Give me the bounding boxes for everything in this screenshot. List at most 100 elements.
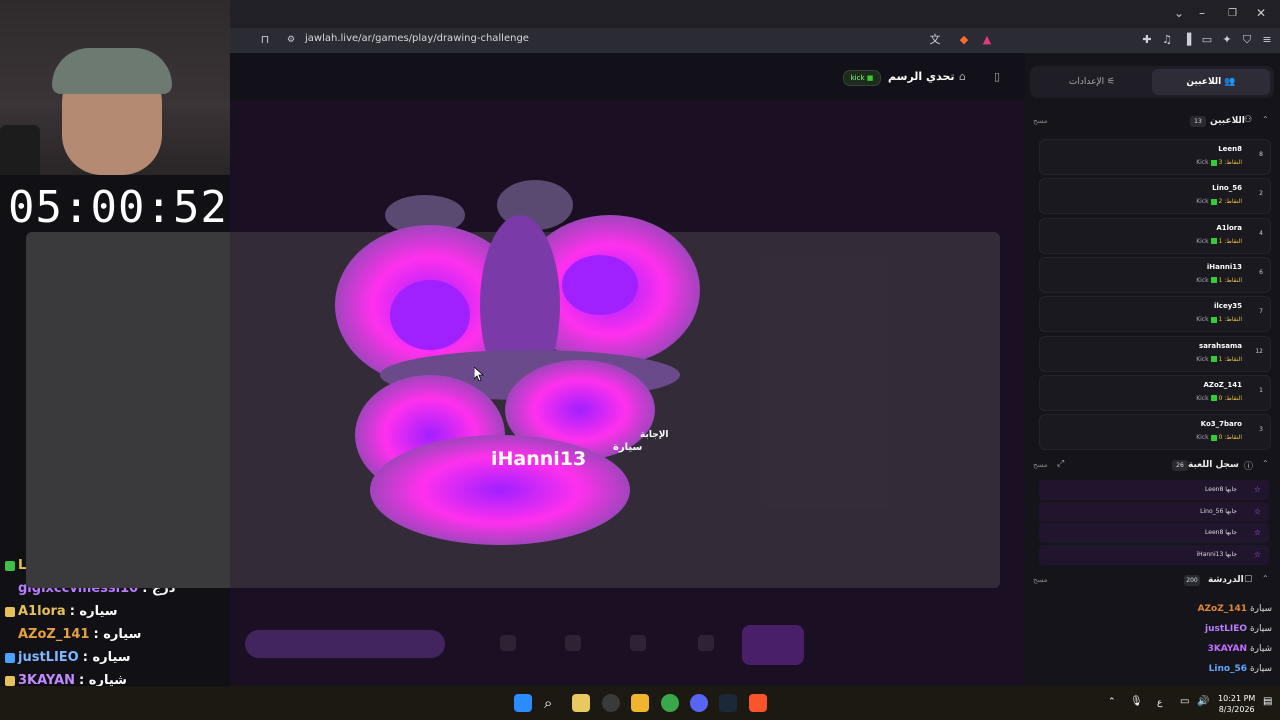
tool-button[interactable] [565,635,581,651]
brave-icon[interactable] [749,694,767,712]
maximize-icon[interactable]: ❐ [1228,8,1237,19]
language-indicator[interactable]: ع [1157,698,1162,708]
player-card[interactable]: Ko3_7baro Kick النقاط: 0 3 [1039,414,1271,451]
tool-button[interactable] [698,635,714,651]
sliders-icon: ⚟ [1107,77,1116,87]
users-icon: ⚇ [1244,115,1253,125]
kick-label: Kick [1196,434,1209,442]
collapse-panel-icon[interactable]: ▯ [994,70,1000,83]
chat-message: Lino_56 سيارة [1030,664,1272,674]
clock-date: 8/3/2026 [1218,705,1255,714]
player-card[interactable]: AZoZ_141 Kick النقاط: 0 1 [1039,374,1271,411]
store-icon[interactable] [572,694,590,712]
steam-icon[interactable] [719,694,737,712]
network-icon[interactable]: ▭ [1180,696,1189,707]
guess-input-bar[interactable] [245,630,445,658]
tool-button[interactable] [500,635,516,651]
chevron-down-icon[interactable]: ⌄ [1174,6,1184,20]
chevron-up-icon[interactable]: ⌃ [1262,574,1269,583]
expand-icon[interactable]: ⤢ [1057,459,1064,469]
chat-message-text: سيارة [1249,664,1272,674]
volume-icon[interactable]: 🔊 [1197,696,1209,707]
start-icon[interactable] [514,694,532,712]
log-entry: Leen8 جابها ☆ [1039,523,1269,543]
badge-icon [5,560,15,571]
kick-icon [1210,277,1217,284]
clear-players-button[interactable]: مسح [1033,117,1048,125]
answer-label: الإجابة [640,430,669,440]
chat-message-text: : سياره [93,627,142,642]
media-icon[interactable]: ♫ [1160,33,1174,47]
bookmark-icon[interactable]: ⊓ [258,33,272,47]
player-card[interactable]: Leen8 Kick النقاط: 3 8 [1039,139,1271,175]
translate-icon[interactable]: 文 [928,33,942,47]
kick-icon [1210,198,1217,205]
player-name: sarahsama [1199,341,1242,350]
players-count: 13 [1190,116,1206,127]
player-card[interactable]: sarahsama Kick النقاط: 1 12 [1039,335,1271,372]
star-icon: ☆ [1253,549,1261,559]
player-card[interactable]: A1lora Kick النقاط: 1 4 [1039,217,1271,254]
player-card[interactable]: ilcey35 Kick النقاط: 1 7 [1039,296,1271,333]
wallet-icon[interactable]: ▭ [1200,33,1214,47]
kick-icon [1210,238,1217,245]
player-rank: 1 [1259,386,1263,394]
brave-rewards-icon[interactable]: ▲ [980,33,994,47]
chat-message-text: شيارة [1249,644,1272,654]
points-value: 1 [1218,276,1223,284]
tab-players[interactable]: اللاعبين 👥 [1152,69,1270,95]
leo-ai-icon[interactable]: ✦ [1220,33,1234,47]
player-card[interactable]: Lino_56 Kick النقاط: 22 [1039,178,1271,215]
file-explorer-icon[interactable] [631,694,649,712]
notifications-icon[interactable]: ▤ [1263,696,1272,707]
answer-value: سيارة [613,442,643,453]
points-label: النقاط: [1224,276,1242,284]
url-text[interactable]: jawlah.live/ar/games/play/drawing-challe… [305,33,529,44]
player-name: Lino_56 [1212,184,1242,193]
winner-splash-art [335,180,700,545]
log-text: Leen8 جابها [1205,486,1237,493]
player-rank: 8 [1259,151,1263,158]
search-icon[interactable]: ⌕ [544,694,552,712]
send-button[interactable] [742,625,804,665]
points-label: النقاط: [1224,159,1242,166]
clock[interactable]: 10:21 PM 8/3/2026 [1218,693,1255,715]
log-text: Lino_56 جابها [1200,507,1237,515]
site-info-icon[interactable]: ⚙ [284,33,298,47]
vpn-icon[interactable]: ⛉ [1240,33,1254,47]
player-rank: 12 [1255,347,1263,355]
mic-icon[interactable]: 🎙 [1130,696,1143,707]
extensions-icon[interactable]: ✚ [1140,33,1154,47]
chat-message: AZoZ_141 سيارة [1030,604,1272,614]
brave-shield-icon[interactable]: ◆ [957,33,971,47]
kick-icon [1210,395,1217,402]
close-icon[interactable]: ✕ [1256,6,1266,20]
discord-icon[interactable] [690,694,708,712]
clear-chat-button[interactable]: مسح [1033,576,1048,584]
players-header: اللاعبين [1210,116,1245,126]
tool-button[interactable] [630,635,646,651]
obs-icon[interactable] [602,694,620,712]
tab-settings[interactable]: الإعدادات ⚟ [1036,69,1148,95]
chrome-icon[interactable] [661,694,679,712]
minimize-icon[interactable]: – [1199,6,1205,20]
chevron-up-icon[interactable]: ⌃ [1262,459,1269,468]
badge-icon [5,606,15,617]
kick-label: Kick [1196,198,1209,206]
chat-message-text: : سياره [82,650,131,665]
kick-icon [1210,356,1217,362]
player-card[interactable]: iHanni13 Kick النقاط: 1 6 [1039,256,1271,293]
points-value: 1 [1218,355,1223,363]
tray-chevron-icon[interactable]: ⌃ [1108,697,1116,707]
sidebar-toggle-icon[interactable]: ▐ [1180,33,1194,47]
stream-timer: 05:00:52 [8,182,228,233]
clear-log-button[interactable]: مسح [1033,461,1048,469]
kick-label: Kick [1196,159,1209,166]
chat-message-text: : سياره [69,604,118,619]
chevron-up-icon[interactable]: ⌃ [1262,115,1269,124]
menu-icon[interactable]: ≡ [1260,33,1274,47]
chat-header: الدردشة [1208,575,1244,585]
home-icon[interactable]: ⌂ [959,70,966,83]
points-value: 1 [1218,237,1223,245]
browser-titlebar [230,0,1280,28]
